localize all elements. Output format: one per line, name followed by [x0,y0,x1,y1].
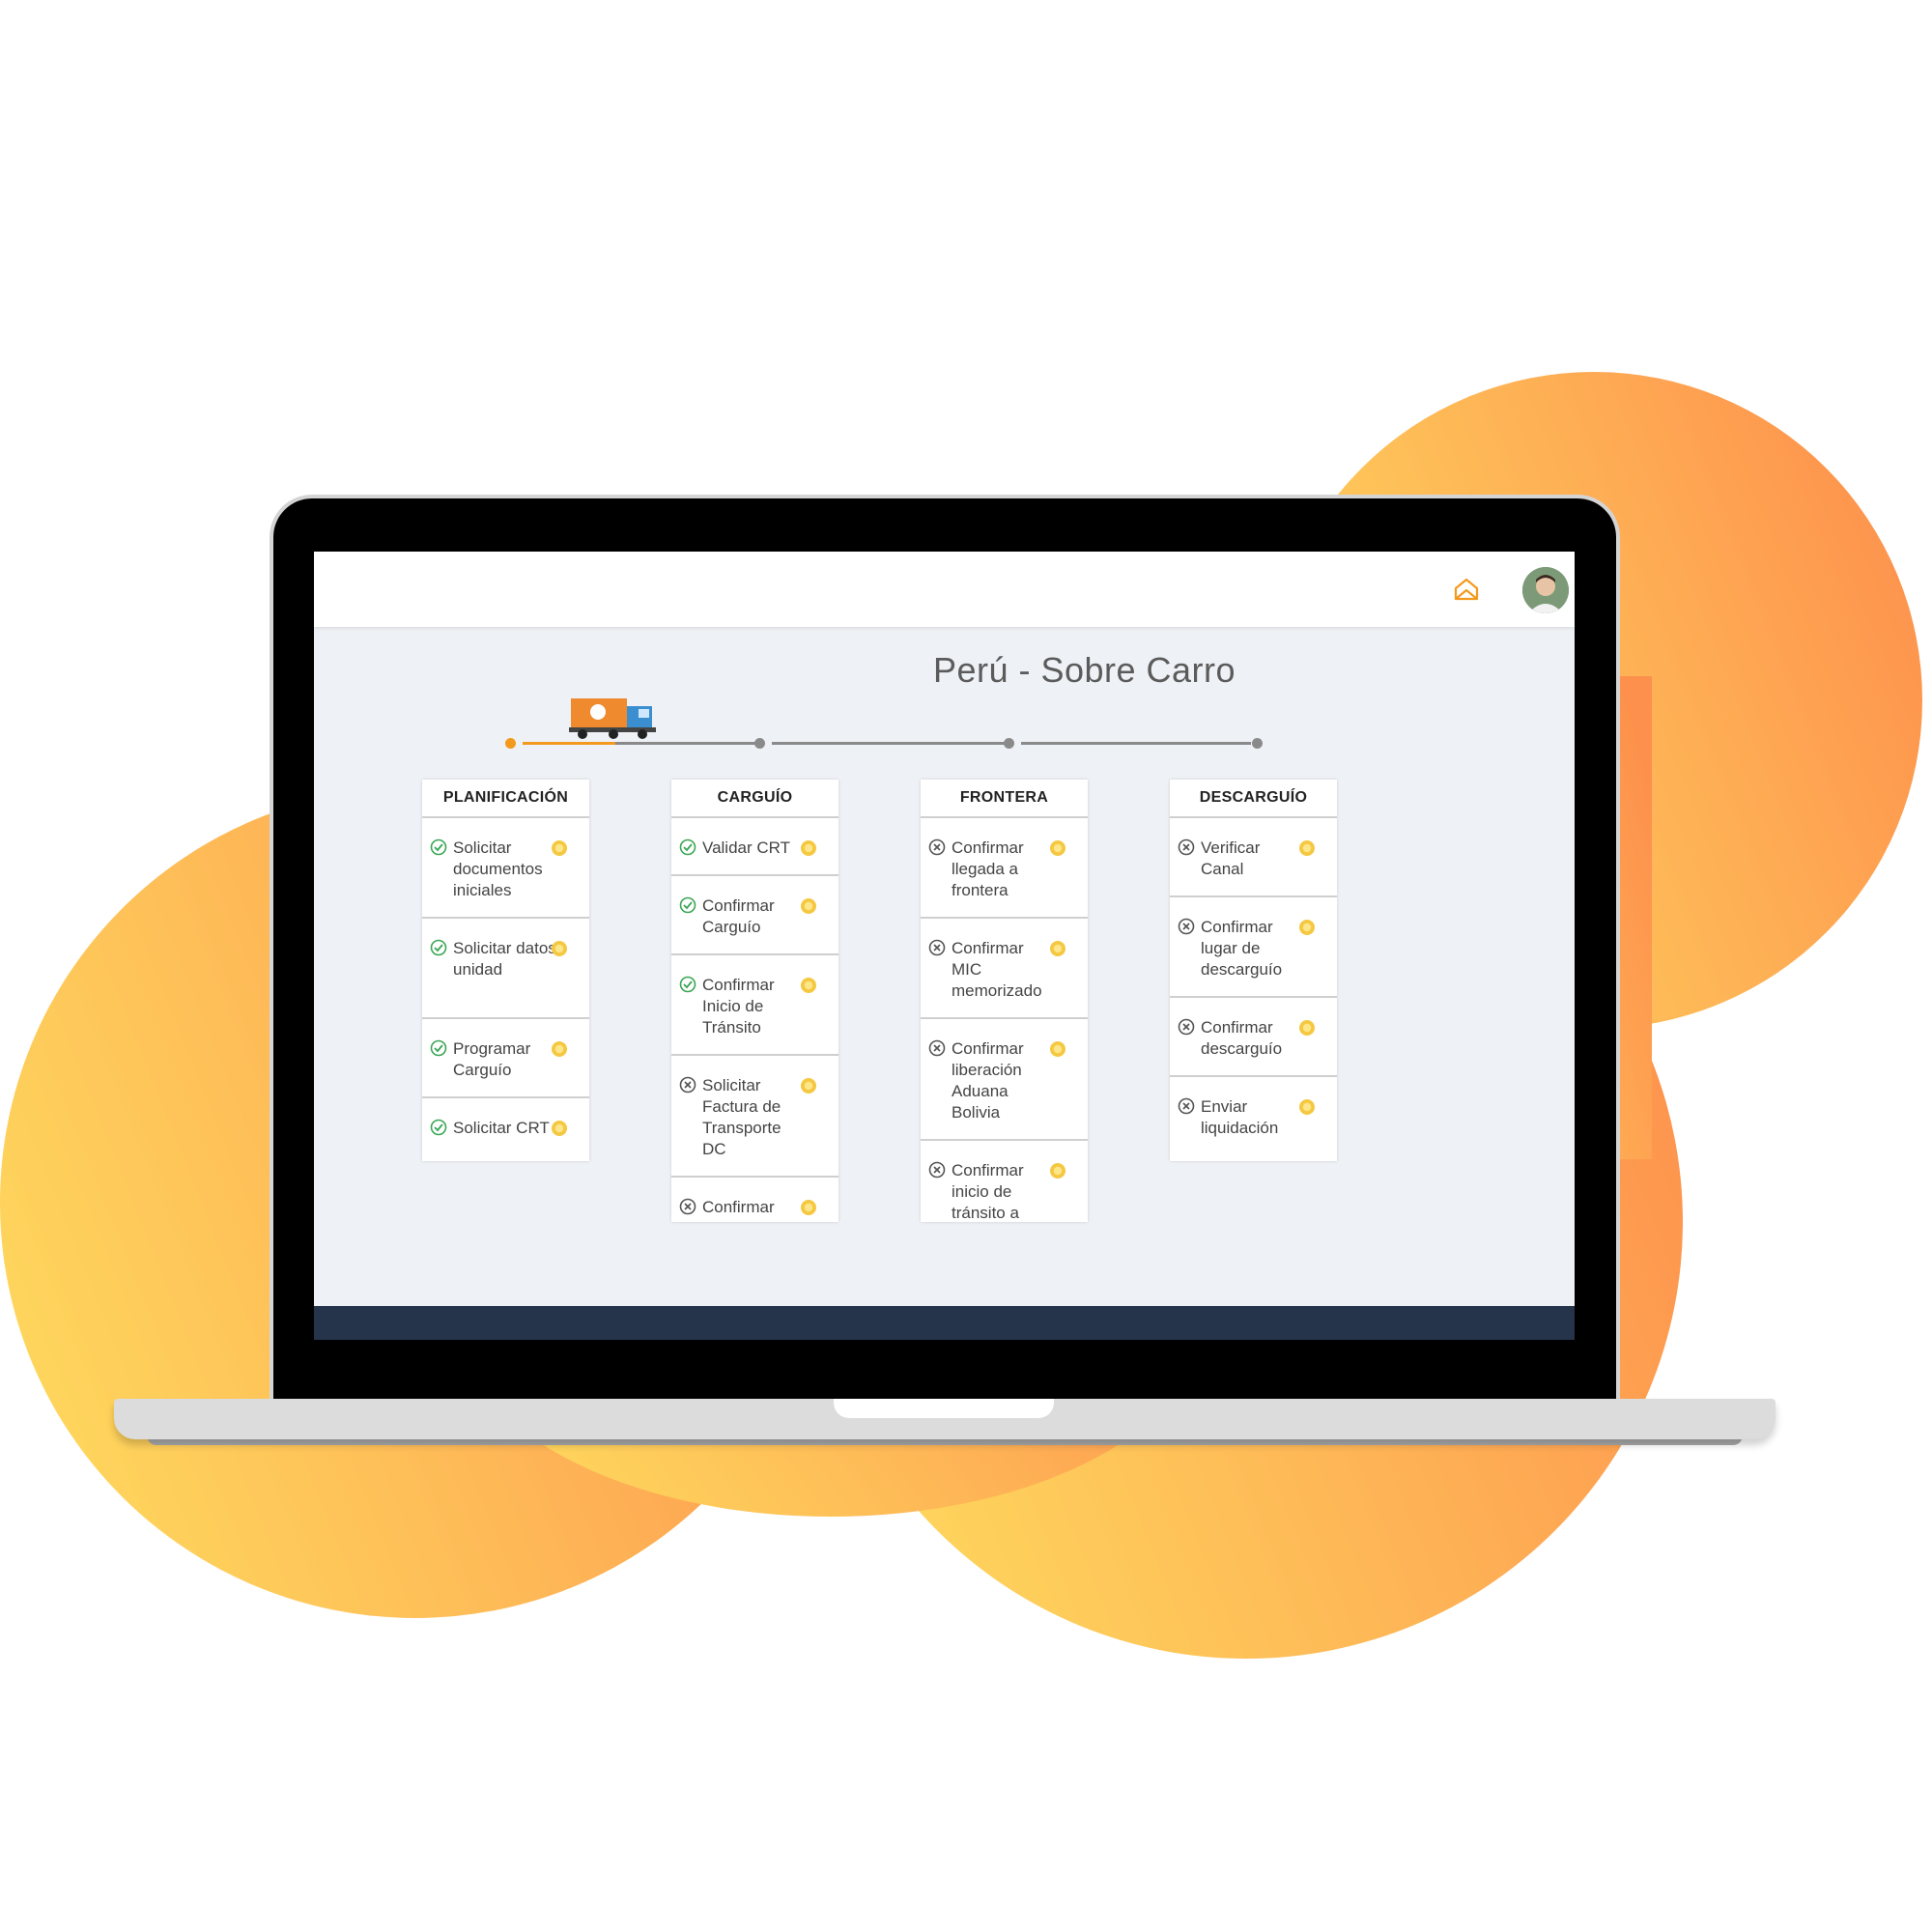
column-title: DESCARGUÍO [1170,780,1337,818]
x-circle-icon [679,1198,696,1215]
truck-icon [569,698,656,739]
column-frontera: FRONTERA Confirmar llegada a frontera Co… [921,780,1088,1222]
task-label: Confirmar inicio de [702,1198,775,1222]
column-title: CARGUÍO [671,780,838,818]
coin-icon[interactable] [800,839,817,857]
x-circle-icon [928,939,946,956]
task-label: Confirmar MIC memorizado [952,939,1042,1000]
task-label: Confirmar lugar de descarguío [1201,918,1283,979]
coin-icon[interactable] [800,1199,817,1216]
task-item[interactable]: Solicitar documentos iniciales [422,818,589,919]
coin-icon[interactable] [1049,1040,1066,1058]
x-circle-icon [928,1039,946,1057]
task-label: Confirmar inicio de tránsito a [952,1161,1024,1222]
coin-icon[interactable] [551,839,568,857]
coin-icon[interactable] [551,1040,568,1058]
task-item[interactable]: Enviar liquidación [1170,1077,1337,1154]
progress-track [772,742,1006,745]
task-label: Confirmar Inicio de Tránsito [702,976,775,1037]
task-item[interactable]: Confirmar MIC memorizado [921,919,1088,1019]
coin-icon[interactable] [1298,1019,1316,1037]
task-label: Confirmar Carguío [702,896,775,936]
check-circle-icon [430,1039,447,1057]
column-title: PLANIFICACIÓN [422,780,589,818]
progress-dot-frontera[interactable] [1004,738,1014,749]
x-circle-icon [1178,1018,1195,1036]
column-title: FRONTERA [921,780,1088,818]
progress-dot-descarguio[interactable] [1252,738,1263,749]
coin-icon[interactable] [1049,940,1066,957]
task-item[interactable]: Confirmar llegada a frontera [921,818,1088,919]
progress-track [1021,742,1251,745]
coin-icon[interactable] [800,1077,817,1094]
coin-icon[interactable] [800,897,817,915]
task-label: Programar Carguío [453,1039,531,1079]
column-descarguio: DESCARGUÍO Verificar Canal Confirmar lug… [1170,780,1337,1161]
task-item[interactable]: Confirmar liberación Aduana Bolivia [921,1019,1088,1141]
x-circle-icon [928,1161,946,1179]
task-item[interactable]: Programar Carguío [422,1019,589,1098]
progress-track [615,742,756,745]
task-label: Solicitar Factura de Transporte DC [702,1076,781,1158]
check-circle-icon [679,896,696,914]
coin-icon[interactable] [1298,919,1316,936]
task-item[interactable]: Solicitar Factura de Transporte DC [671,1056,838,1178]
coin-icon[interactable] [551,1120,568,1137]
column-planificacion: PLANIFICACIÓN Solicitar documentos inici… [422,780,589,1161]
x-circle-icon [928,838,946,856]
app-screen: Perú - Sobre Carro PLANIFICACIÓN Solicit… [314,552,1575,1340]
x-circle-icon [1178,838,1195,856]
check-circle-icon [430,838,447,856]
coin-icon[interactable] [1049,1162,1066,1179]
task-item[interactable]: Solicitar datos unidad [422,919,589,1019]
task-label: Solicitar documentos iniciales [453,838,543,899]
check-circle-icon [679,838,696,856]
check-circle-icon [679,976,696,993]
home-icon[interactable] [1450,575,1483,604]
coin-icon[interactable] [800,977,817,994]
x-circle-icon [1178,918,1195,935]
task-label: Verificar Canal [1201,838,1261,878]
task-label: Confirmar liberación Aduana Bolivia [952,1039,1024,1122]
task-label: Enviar liquidación [1201,1097,1279,1137]
progress-dot-planificacion[interactable] [505,738,516,749]
coin-icon[interactable] [1298,1098,1316,1116]
progress-dot-carguio[interactable] [754,738,765,749]
task-item[interactable]: Confirmar inicio de tránsito a [921,1141,1088,1222]
laptop-notch [834,1399,1054,1418]
task-label: Confirmar descarguío [1201,1018,1283,1058]
check-circle-icon [430,1119,447,1136]
progress-track-done [523,742,615,745]
task-item[interactable]: Confirmar Carguío [671,876,838,955]
top-bar [314,552,1575,627]
check-circle-icon [430,939,447,956]
coin-icon[interactable] [1049,839,1066,857]
task-label: Validar CRT [702,838,791,857]
task-item[interactable]: Confirmar inicio de [671,1178,838,1222]
task-item[interactable]: Solicitar CRT [422,1098,589,1161]
user-avatar[interactable] [1522,567,1569,613]
coin-icon[interactable] [1298,839,1316,857]
task-item[interactable]: Confirmar Inicio de Tránsito [671,955,838,1056]
task-item[interactable]: Validar CRT [671,818,838,876]
x-circle-icon [679,1076,696,1094]
coin-icon[interactable] [551,940,568,957]
task-label: Confirmar llegada a frontera [952,838,1024,899]
task-item[interactable]: Confirmar descarguío [1170,998,1337,1077]
task-item[interactable]: Verificar Canal [1170,818,1337,897]
column-carguio: CARGUÍO Validar CRT Confirmar Carguío Co… [671,780,838,1222]
footer-bar [314,1306,1575,1340]
task-label: Solicitar CRT [453,1119,550,1137]
x-circle-icon [1178,1097,1195,1115]
task-label: Solicitar datos unidad [453,939,556,979]
page-title: Perú - Sobre Carro [932,650,1236,690]
task-item[interactable]: Confirmar lugar de descarguío [1170,897,1337,998]
